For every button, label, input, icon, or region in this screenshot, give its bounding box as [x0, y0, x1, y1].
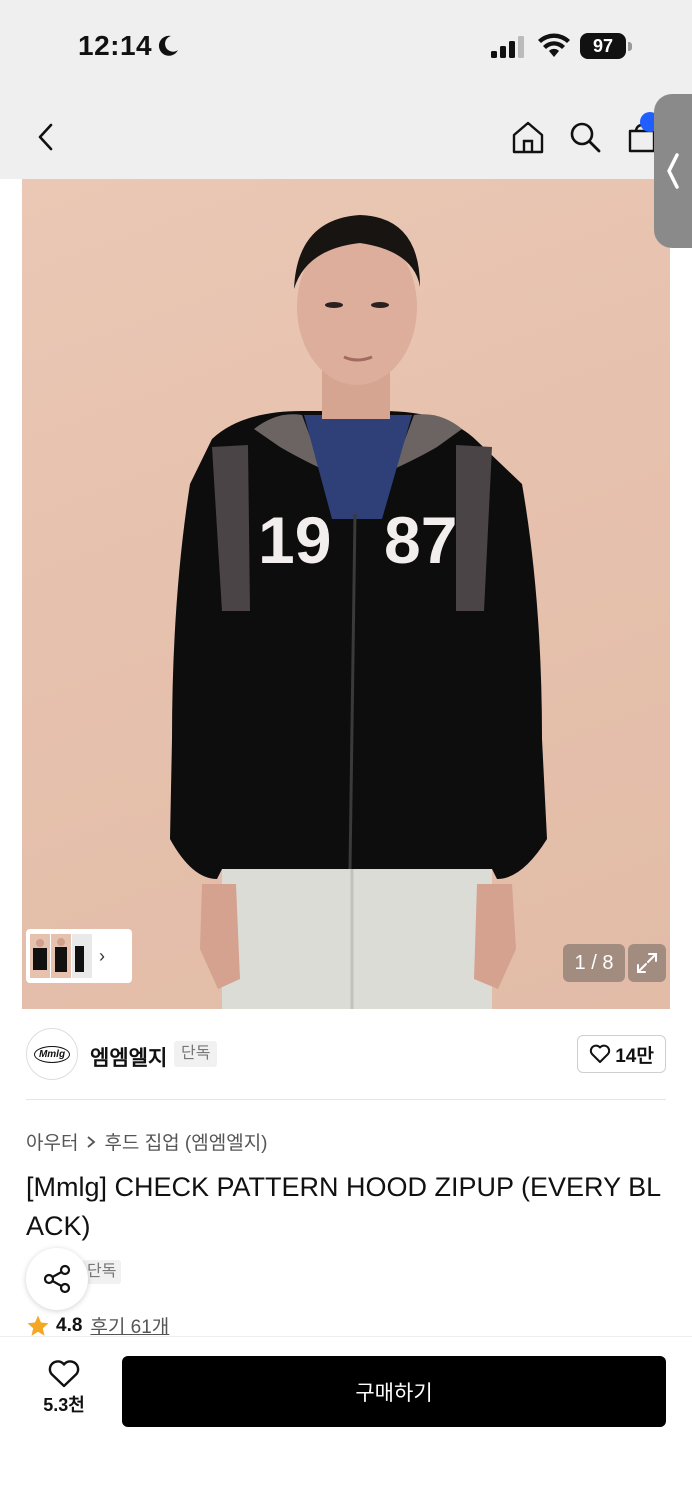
wifi-icon [538, 33, 570, 57]
expand-button[interactable] [628, 944, 666, 982]
brand-like-count: 14만 [615, 1045, 654, 1067]
wishlist-button[interactable]: 5.3천 [30, 1359, 98, 1419]
search-button[interactable] [563, 115, 607, 159]
thumbnail-image[interactable] [72, 934, 92, 978]
thumbnail-next-icon[interactable]: › [99, 946, 105, 967]
brand-like-button[interactable]: 14만 [577, 1035, 666, 1073]
thumbnail-image[interactable] [51, 934, 71, 978]
brand-name[interactable]: 엠엠엘지 [90, 1042, 167, 1072]
product-image-carousel[interactable]: 19 87 › 1 / 8 [22, 179, 670, 1009]
home-button[interactable] [506, 115, 550, 159]
brand-exclusive-tag: 단독 [174, 1041, 218, 1067]
jersey-text-left: 19 [258, 503, 331, 577]
wishlist-count: 5.3천 [43, 1395, 85, 1415]
home-icon [512, 121, 544, 154]
thumbnail-image[interactable] [30, 934, 50, 978]
back-arrow-icon [38, 123, 53, 151]
share-icon [43, 1264, 71, 1294]
bottom-action-bar: 5.3천 구매하기 [0, 1336, 692, 1500]
battery-indicator: 97 [580, 33, 632, 59]
chevron-left-icon [667, 153, 679, 189]
brand-logo-text: Mmlg [33, 1045, 71, 1063]
thumbnail-strip[interactable]: › [26, 929, 132, 983]
product-title: [Mmlg] CHECK PATTERN HOOD ZIPUP (EVERY B… [26, 1172, 662, 1241]
back-button[interactable] [24, 115, 68, 159]
star-icon [27, 1315, 49, 1336]
heart-icon [48, 1360, 80, 1388]
divider [26, 1099, 666, 1100]
share-button[interactable] [26, 1248, 88, 1310]
nav-bar [0, 95, 692, 179]
breadcrumb-item[interactable]: 아우터 [26, 1128, 78, 1155]
battery-level: 97 [580, 33, 626, 59]
breadcrumb: 아우터 후드 집업 (엠엠엘지) [26, 1128, 268, 1155]
product-photo: 19 87 [170, 215, 547, 1009]
jersey-text-right: 87 [384, 503, 457, 577]
rating-row: 4.8 후기 61개 [26, 1312, 169, 1339]
breadcrumb-item[interactable]: 후드 집업 (엠엠엘지) [104, 1128, 267, 1155]
battery-cap [628, 42, 632, 51]
search-icon [570, 122, 601, 153]
expand-icon [637, 953, 657, 973]
side-panel-tab[interactable] [654, 94, 692, 248]
page-counter: 1 / 8 [563, 944, 625, 982]
brand-row: Mmlg 엠엠엘지 단독 14만 [26, 1028, 666, 1082]
review-link[interactable]: 후기 61개 [90, 1312, 169, 1339]
brand-logo[interactable]: Mmlg [26, 1028, 78, 1080]
signal-icon [491, 36, 524, 58]
chevron-right-icon [87, 1135, 96, 1148]
heart-icon [590, 1044, 611, 1063]
status-bar: 12:14 97 [0, 0, 692, 95]
status-time: 12:14 [78, 30, 153, 61]
moon-icon [158, 35, 178, 56]
rating-value: 4.8 [56, 1314, 83, 1336]
buy-button[interactable]: 구매하기 [122, 1356, 666, 1427]
